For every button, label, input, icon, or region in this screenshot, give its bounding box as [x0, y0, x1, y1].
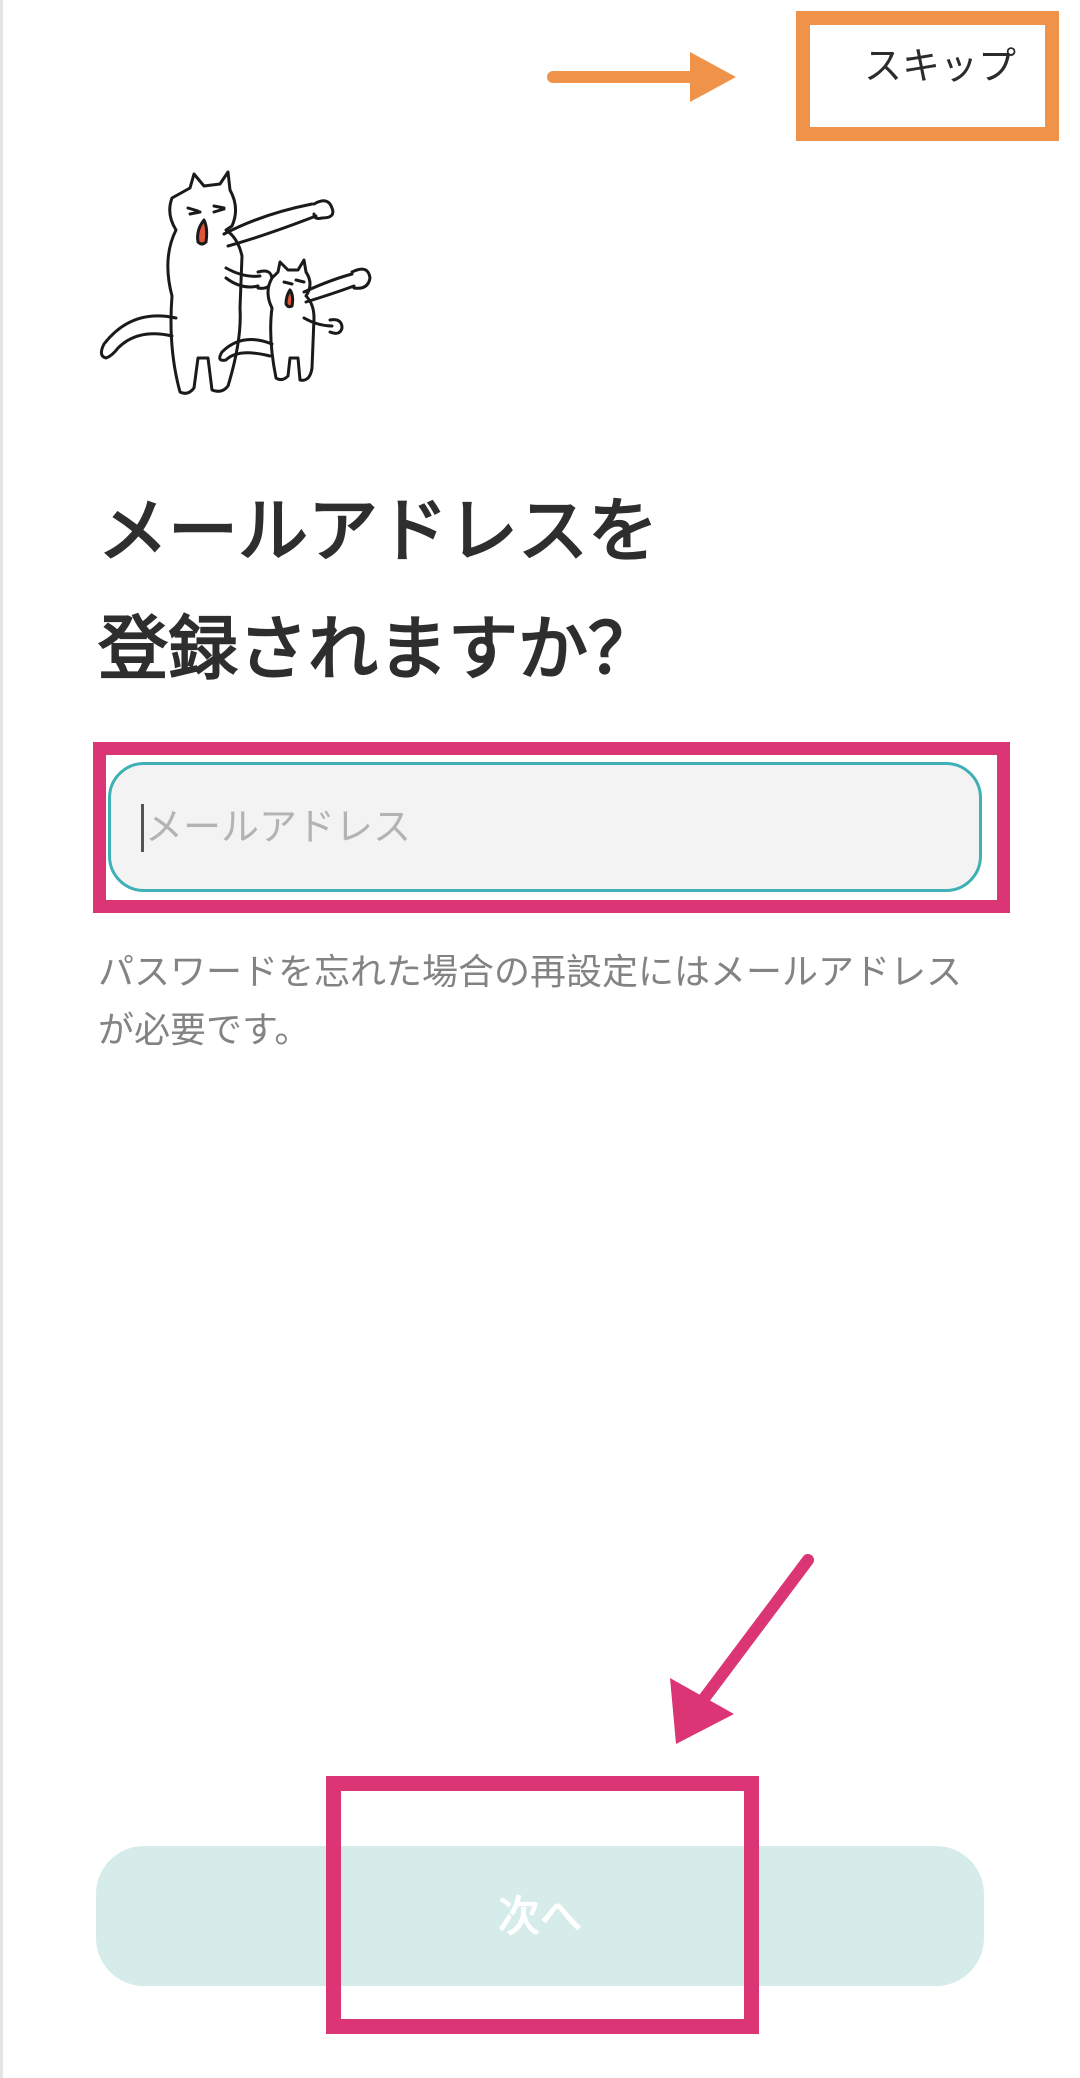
annotation-arrows [547, 52, 814, 1744]
orange-arrow-icon [547, 52, 736, 102]
pink-arrow-icon [670, 1554, 814, 1744]
